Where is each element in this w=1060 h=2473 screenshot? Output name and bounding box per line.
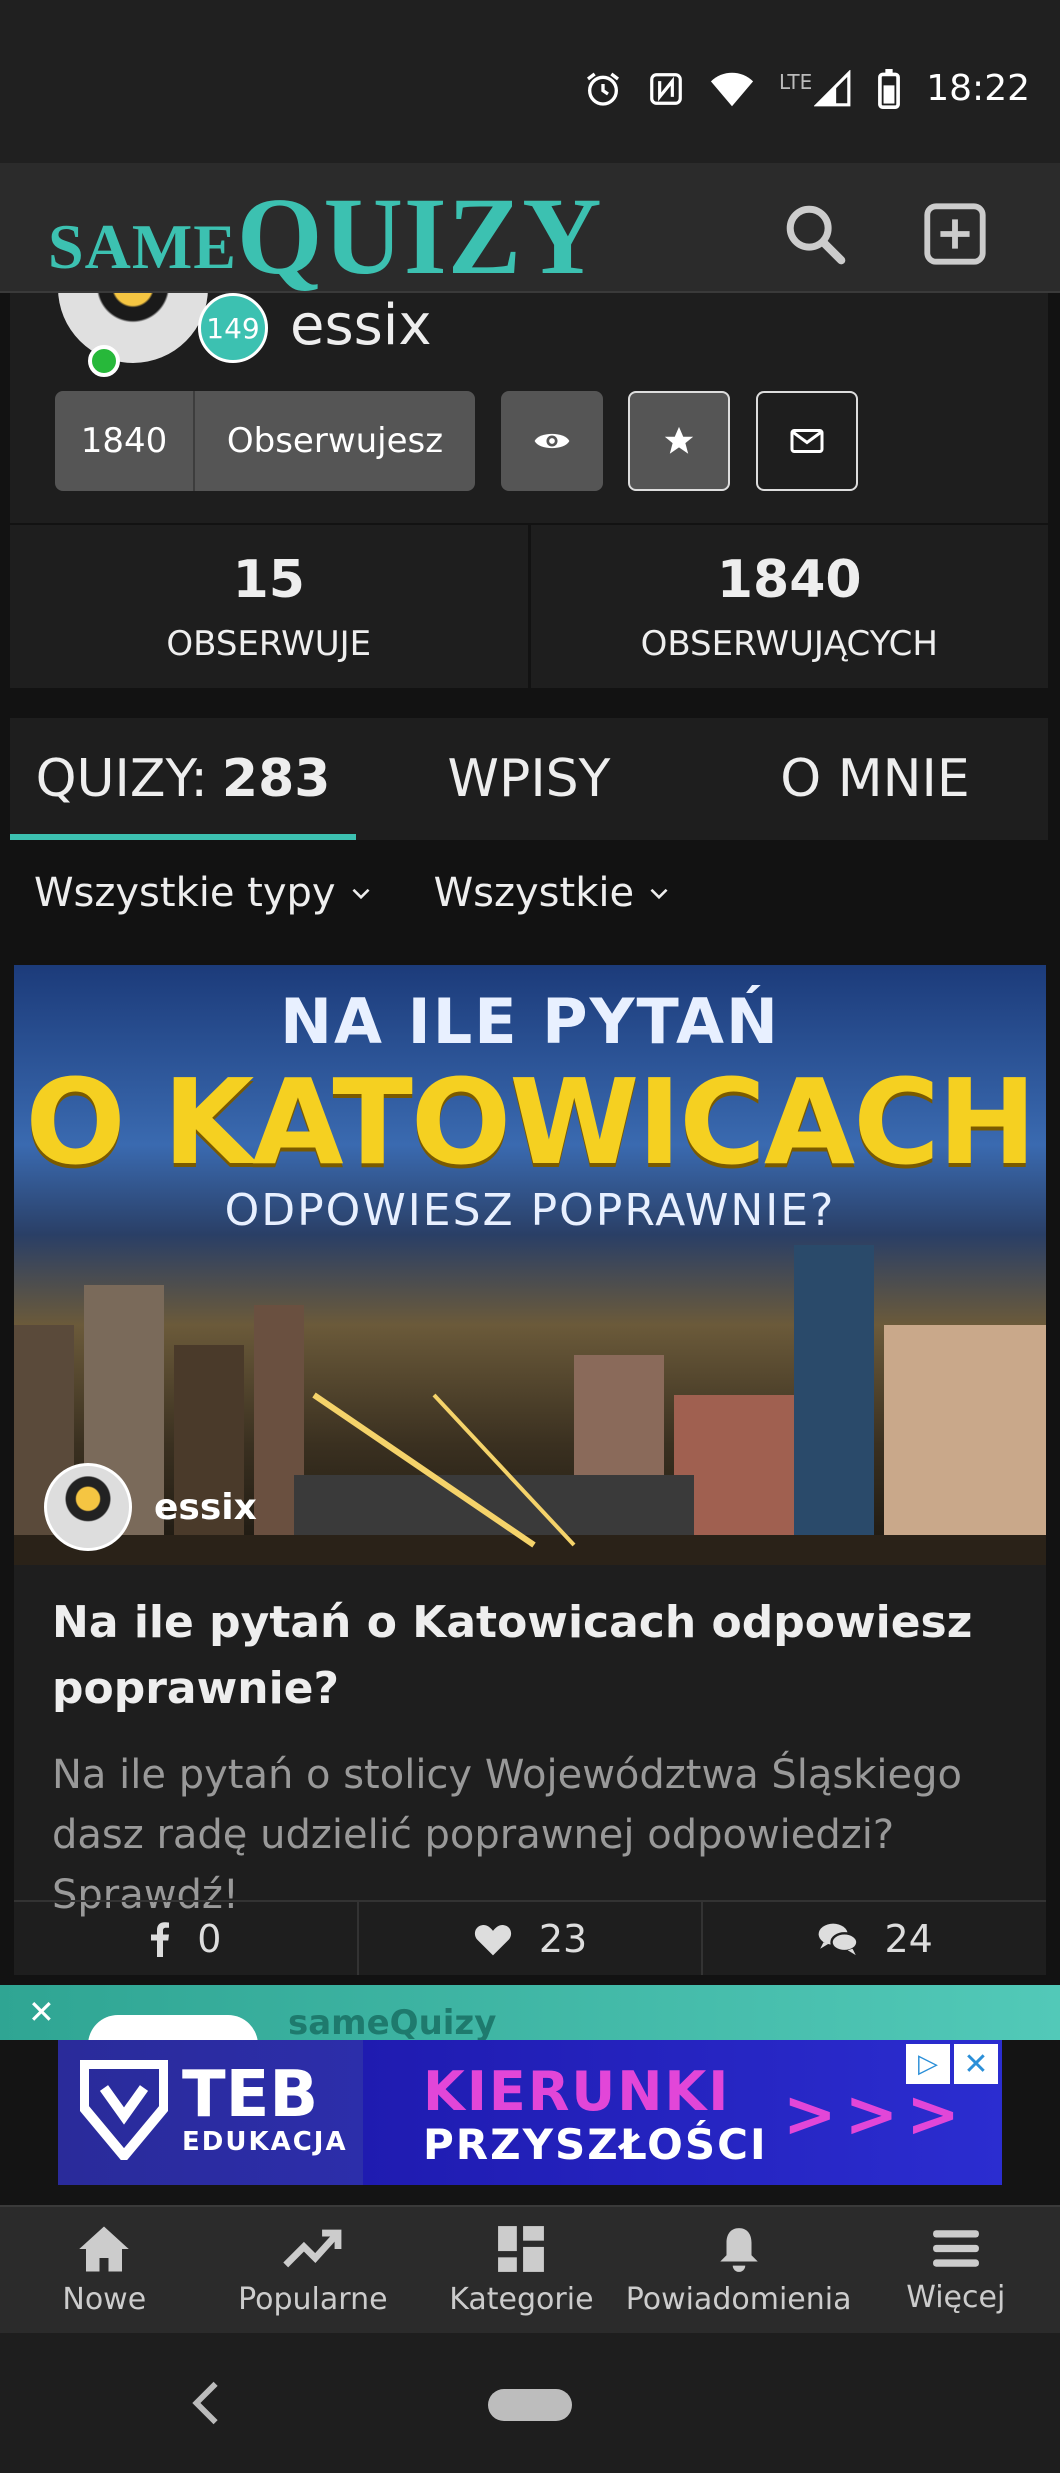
nav-notifications[interactable]: Powiadomienia <box>626 2207 851 2333</box>
ad-banner[interactable]: TEB EDUKACJA KIERUNKI PRZYSZŁOŚCI >>> ▷ … <box>58 2040 1002 2185</box>
author-avatar <box>44 1463 132 1551</box>
quiz-description: Na ile pytań o stolicy Województwa Śląsk… <box>52 1752 963 1918</box>
message-button[interactable] <box>756 391 858 491</box>
follow-state-label: Obserwujesz <box>226 421 444 461</box>
search-button[interactable] <box>780 199 850 269</box>
comments-icon <box>818 1923 859 1955</box>
quiz-stats: 0 23 24 <box>14 1900 1046 1975</box>
facebook-icon <box>151 1921 170 1957</box>
tab-quizzes[interactable]: QUIZY: 283 <box>10 718 356 840</box>
nav-popular[interactable]: Popularne <box>209 2207 418 2333</box>
home-gesture-pill[interactable] <box>488 2389 572 2421</box>
add-quiz-button[interactable] <box>920 199 990 269</box>
followers-stat[interactable]: 1840 OBSERWUJĄCYCH <box>530 525 1048 688</box>
clock: 18:22 <box>926 68 1030 109</box>
follow-button[interactable]: 1840 Obserwujesz <box>55 391 475 491</box>
app-promo-strip[interactable]: ✕ sameQuizy <box>0 1985 1060 2075</box>
nav-new[interactable]: Nowe <box>0 2207 209 2333</box>
ad-logo: TEB EDUKACJA <box>80 2060 348 2160</box>
app-header: SAME QUIZY <box>0 163 1060 293</box>
grid-icon <box>498 2225 545 2272</box>
online-indicator <box>88 345 120 377</box>
filters: Wszystkie typy Wszystkie <box>34 870 672 916</box>
home-icon <box>79 2226 130 2271</box>
quiz-thumbnail[interactable]: NA ILE PYTAŃ O KATOWICACH ODPOWIESZ POPR… <box>14 965 1046 1565</box>
trending-icon <box>283 2229 342 2267</box>
chevron-down-icon <box>352 888 370 900</box>
quiz-author[interactable]: essix <box>44 1463 257 1551</box>
tab-posts[interactable]: WPISY <box>356 718 702 840</box>
nav-categories[interactable]: Kategorie <box>417 2207 626 2333</box>
eye-icon <box>534 433 570 449</box>
envelope-icon <box>790 429 824 453</box>
menu-icon <box>932 2229 979 2267</box>
adchoices-icon[interactable]: ▷ <box>906 2044 950 2084</box>
bottom-navigation: Nowe Popularne Kategorie Powiadomienia W… <box>0 2205 1060 2333</box>
tab-about[interactable]: O MNIE <box>702 718 1048 840</box>
bell-icon <box>719 2227 758 2272</box>
level-badge: 149 <box>198 293 268 363</box>
battery-icon <box>878 68 901 109</box>
teb-logo-icon <box>80 2060 168 2160</box>
samequizy-logo[interactable]: SAME QUIZY <box>48 171 603 291</box>
facebook-share-button[interactable]: 0 <box>14 1902 357 1975</box>
profile-stats: 15 OBSERWUJE 1840 OBSERWUJĄCYCH <box>10 525 1048 688</box>
followers-count: 1840 <box>55 391 195 491</box>
quiz-title[interactable]: Na ile pytań o Katowicach odpowiesz popr… <box>52 1590 1012 1722</box>
network-type: LTE <box>779 69 813 94</box>
back-icon[interactable] <box>188 2379 224 2427</box>
star-icon <box>664 426 694 454</box>
author-name: essix <box>154 1486 257 1528</box>
image-headline-sub: ODPOWIESZ POPRAWNIE? <box>224 1185 836 1236</box>
close-icon[interactable]: ✕ <box>28 1993 55 2031</box>
watch-button[interactable] <box>501 391 603 491</box>
status-bar: LTE 18:22 <box>0 0 1060 163</box>
comments-button[interactable]: 24 <box>701 1902 1046 1975</box>
profile-tabs: QUIZY: 283 WPISY O MNIE <box>10 718 1048 840</box>
username: essix <box>290 293 432 358</box>
image-headline-top: NA ILE PYTAŃ <box>280 985 780 1058</box>
chevron-down-icon <box>650 888 668 900</box>
profile-header: 149 essix 1840 Obserwujesz <box>10 253 1048 523</box>
alarm-icon <box>587 72 619 106</box>
following-stat[interactable]: 15 OBSERWUJE <box>10 525 528 688</box>
system-navigation-bar <box>0 2333 1060 2473</box>
image-headline-main: O KATOWICACH <box>25 1053 1036 1191</box>
type-filter-dropdown[interactable]: Wszystkie typy <box>34 870 374 916</box>
promo-brand: sameQuizy <box>288 2003 497 2043</box>
signal-icon <box>814 69 851 106</box>
nav-more[interactable]: Więcej <box>851 2207 1060 2333</box>
search-icon <box>786 205 846 265</box>
ad-close-icon[interactable]: ✕ <box>954 2044 998 2084</box>
favorite-button[interactable] <box>628 391 730 491</box>
wifi-icon <box>710 72 754 106</box>
scope-filter-dropdown[interactable]: Wszystkie <box>434 870 672 916</box>
plus-square-icon <box>924 203 986 265</box>
quiz-card[interactable]: NA ILE PYTAŃ O KATOWICACH ODPOWIESZ POPR… <box>14 965 1046 1975</box>
nfc-icon <box>650 72 682 105</box>
like-button[interactable]: 23 <box>356 1902 702 1975</box>
heart-icon <box>474 1924 511 1955</box>
